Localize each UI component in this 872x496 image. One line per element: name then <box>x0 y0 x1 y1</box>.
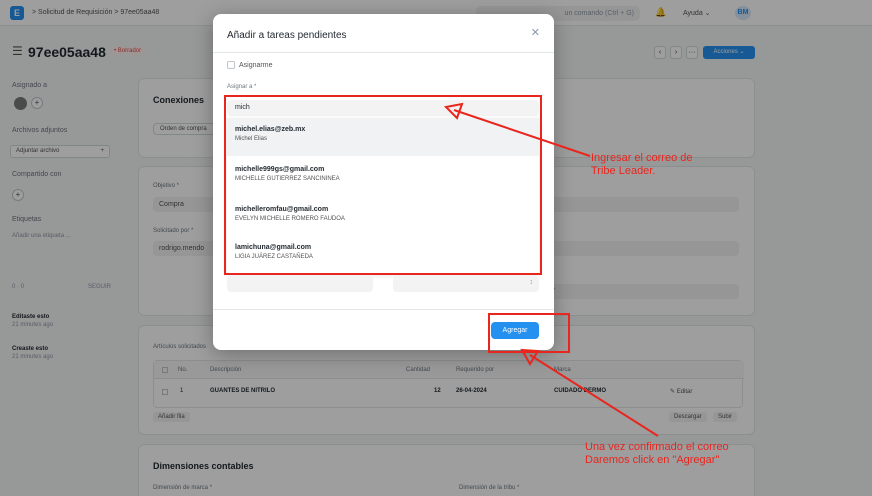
arrow-line-1 <box>453 109 591 157</box>
annotation-line: Una vez confirmado el correo <box>585 441 729 453</box>
annotation-arrows <box>443 102 659 437</box>
arrow-line-2 <box>529 354 659 437</box>
annotation-line: Daremos click en "Agregar" <box>585 454 720 466</box>
annotation-line: Tribe Leader. <box>591 165 656 177</box>
annotation-click-add: Una vez confirmado el correo Daremos cli… <box>585 441 729 467</box>
annotation-line: Ingresar el correo de <box>591 152 693 164</box>
arrow-head-2 <box>520 348 540 366</box>
annotation-enter-email: Ingresar el correo de Tribe Leader. <box>591 152 693 178</box>
